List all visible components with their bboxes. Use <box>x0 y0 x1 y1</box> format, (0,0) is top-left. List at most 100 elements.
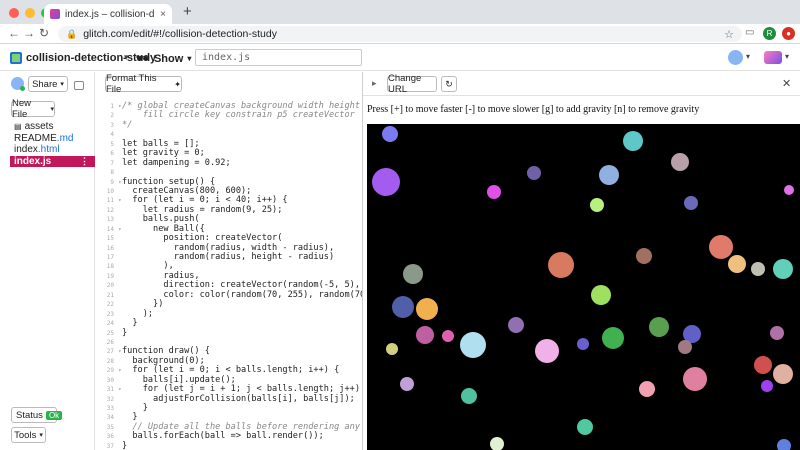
change-url-button[interactable]: Change URL <box>387 73 437 95</box>
browser-toolbar: ← → ↻ 🔒 glitch.com/edit/#!/collision-det… <box>0 24 800 44</box>
chevron-down-icon[interactable]: ▾ <box>785 52 789 61</box>
sunglasses-icon: 🕶 <box>136 53 150 65</box>
cast-icon[interactable]: ▭ <box>745 27 754 38</box>
line-number: 19 <box>106 272 114 280</box>
line-number: 33 <box>106 405 114 412</box>
folder-icon: ▤ <box>14 122 22 132</box>
tab-close-icon[interactable]: × <box>160 9 166 20</box>
browser-tab-bar: index.js – collision-detection-s × + <box>0 0 800 24</box>
line-number: 16 <box>106 244 114 252</box>
address-bar[interactable]: 🔒 glitch.com/edit/#!/collision-detection… <box>58 26 742 42</box>
ball <box>773 364 793 384</box>
chevron-down-icon: ▾ <box>60 81 64 88</box>
line-number: 22 <box>106 301 114 309</box>
close-preview-icon[interactable]: ✕ <box>782 77 791 90</box>
ball <box>678 340 692 354</box>
bookmark-star-icon[interactable]: ☆ <box>724 28 734 41</box>
reload-icon[interactable]: ↻ <box>39 26 49 40</box>
extension-icon[interactable]: ● <box>782 27 795 40</box>
code-lines[interactable]: 1 ▾/* global createCanvas background widt… <box>96 101 362 450</box>
ball <box>773 259 793 279</box>
line-number: 1 <box>110 103 114 110</box>
ball <box>636 248 652 264</box>
chevron-down-icon[interactable]: ▾ <box>746 52 750 61</box>
code-line[interactable]: 7 let dampening = 0.92; <box>96 157 362 168</box>
editor-toolbar: Format This File ✦ <box>96 72 362 99</box>
code-editor[interactable]: Format This File ✦ 1 ▾/* global createCan… <box>96 72 362 450</box>
file-item-assets[interactable]: ▤ assets <box>10 121 95 133</box>
share-button[interactable]: Share ▾ <box>28 76 68 92</box>
format-file-button[interactable]: Format This File ✦ <box>105 73 182 95</box>
file-item-index-js[interactable]: index.js ⋮ <box>10 155 95 167</box>
file-name: assets <box>24 121 54 133</box>
line-number: 27 <box>106 348 114 356</box>
line-number: 3 <box>110 121 114 129</box>
new-tab-button[interactable]: + <box>183 3 192 20</box>
ball <box>577 419 593 435</box>
line-number: 8 <box>110 169 114 177</box>
tools-label: Tools <box>14 429 37 441</box>
ball <box>761 380 773 392</box>
format-label: Format This File <box>106 73 157 95</box>
ball <box>490 437 504 450</box>
ball <box>416 326 434 344</box>
ball <box>460 332 486 358</box>
new-file-button[interactable]: New File ▾ <box>11 98 55 120</box>
sidebar: Share ▾ New File ▾ ▤ assets README.md in… <box>0 72 95 450</box>
glitch-favicon-icon <box>50 9 60 19</box>
code-text: fill circle key constrain p5 createVecto… <box>122 110 355 121</box>
code-text: } <box>122 327 128 338</box>
line-number: 35 <box>106 423 114 431</box>
line-number: 7 <box>110 159 114 167</box>
code-text: */ <box>122 119 133 130</box>
chevron-down-icon: ▾ <box>187 54 192 63</box>
line-number: 18 <box>106 263 114 271</box>
ball <box>602 327 624 349</box>
line-number: 5 <box>110 140 114 148</box>
code-line[interactable]: 25} <box>96 327 362 338</box>
show-button[interactable]: 🕶 Show ▾ <box>136 52 192 66</box>
file-search-input[interactable]: index.js <box>195 49 362 66</box>
back-arrow-icon[interactable]: ← <box>8 26 20 40</box>
line-number: 11 <box>106 197 114 205</box>
show-label: Show <box>153 52 184 65</box>
collapse-sidebar-icon[interactable] <box>74 81 84 90</box>
ball <box>777 439 791 450</box>
ball <box>709 235 733 259</box>
profile-avatar[interactable]: R <box>763 27 776 40</box>
ball <box>591 285 611 305</box>
browser-tab[interactable]: index.js – collision-detection-s × <box>44 4 172 24</box>
code-line[interactable]: 24 } <box>96 318 362 328</box>
ball <box>599 165 619 185</box>
file-item-readme[interactable]: README.md <box>10 133 95 145</box>
status-button[interactable]: Status Ok <box>11 407 63 423</box>
chevron-down-icon[interactable]: ▾ <box>124 52 129 63</box>
forward-arrow-icon[interactable]: → <box>23 26 35 40</box>
ball <box>382 126 398 142</box>
code-line[interactable]: 36 balls.forEach(ball => ball.render()); <box>96 431 362 441</box>
line-number: 31 <box>106 386 114 394</box>
close-window-button[interactable] <box>9 8 19 18</box>
code-text: let dampening = 0.92; <box>122 157 231 168</box>
code-line[interactable]: 2 fill circle key constrain p5 createVec… <box>96 110 362 121</box>
url-text[interactable]: glitch.com/edit/#!/collision-detection-s… <box>83 28 718 40</box>
ball <box>400 377 414 391</box>
ball <box>392 296 414 318</box>
file-options-icon[interactable]: ⋮ <box>80 156 89 167</box>
ball <box>416 298 438 320</box>
line-number: 37 <box>106 442 114 450</box>
line-number: 23 <box>106 310 114 318</box>
tools-button[interactable]: Tools ▾ <box>11 427 46 443</box>
code-line[interactable]: 3 */ <box>96 119 362 130</box>
user-avatar[interactable] <box>728 50 743 65</box>
ball <box>671 153 689 171</box>
minimize-window-button[interactable] <box>25 8 35 18</box>
p5-canvas[interactable] <box>367 124 800 450</box>
code-line[interactable]: 37} <box>96 441 362 450</box>
refresh-preview-button[interactable]: ↻ <box>441 76 457 92</box>
preview-toggle-icon[interactable]: ▸ <box>372 78 377 89</box>
glitch-logo-icon[interactable] <box>764 51 782 64</box>
share-label: Share <box>32 78 58 90</box>
file-item-index-html[interactable]: index.html <box>10 144 95 156</box>
lock-icon: 🔒 <box>66 28 78 39</box>
